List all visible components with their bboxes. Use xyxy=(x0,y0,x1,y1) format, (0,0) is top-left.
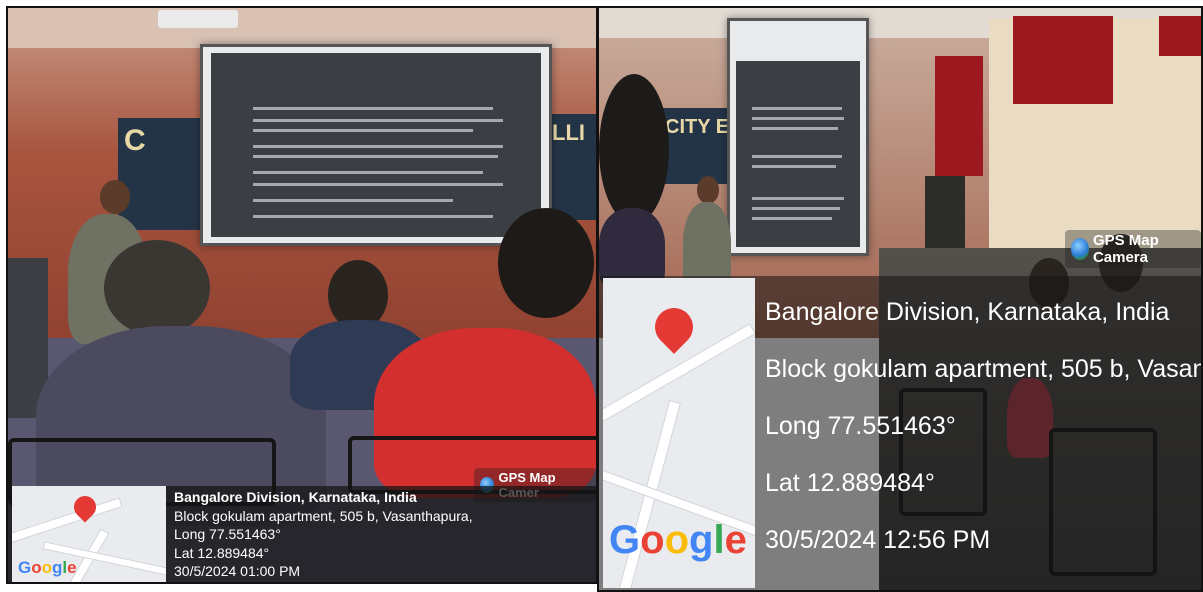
google-logo: Google xyxy=(609,518,747,562)
gps-map-camera-tag: GPS Map Camera xyxy=(1065,230,1201,268)
banner-text: C xyxy=(124,124,146,157)
audience-head xyxy=(104,240,210,336)
curtain xyxy=(935,56,983,176)
banner-text-2: LLI xyxy=(552,120,585,145)
college-banner-right: LLI xyxy=(548,114,596,220)
audience-head xyxy=(599,74,669,224)
location-title: Bangalore Division, Karnataka, India xyxy=(174,489,417,505)
latitude: Lat 12.889484° xyxy=(174,544,270,561)
curtain xyxy=(1013,16,1113,104)
projector-screen xyxy=(200,44,552,246)
globe-icon xyxy=(1071,238,1089,260)
address: Block gokulam apartment, 505 b, Vasantha… xyxy=(765,355,1201,383)
longitude: Long 77.551463° xyxy=(765,412,956,440)
map-thumbnail: Google xyxy=(603,278,755,588)
projector-device xyxy=(158,10,238,28)
presenter-head xyxy=(697,176,719,204)
timestamp: 30/5/2024 01:00 PM xyxy=(174,563,301,579)
longitude: Long 77.551463° xyxy=(174,526,281,542)
map-pin-icon xyxy=(647,300,701,354)
photo-right: CITY EN GPS Map Camera Google Bangalore xyxy=(597,6,1203,592)
google-logo: Google xyxy=(18,558,77,577)
audience-head xyxy=(498,208,594,318)
curtain xyxy=(1159,16,1201,56)
location-info: Bangalore Division, Karnataka, India Blo… xyxy=(765,284,1201,569)
photo-left: C LLI GPS Map Camer Google xyxy=(6,6,598,584)
latitude: Lat 12.889484° xyxy=(765,469,935,497)
map-thumbnail: Google xyxy=(12,486,166,582)
timestamp: 30/5/2024 12:56 PM xyxy=(765,526,991,554)
presenter-head xyxy=(100,180,130,214)
projector-screen xyxy=(727,18,869,256)
gps-label: GPS Map Camera xyxy=(1092,232,1159,266)
location-title: Bangalore Division, Karnataka, India xyxy=(765,298,1170,326)
address: Block gokulam apartment, 505 b, Vasantha… xyxy=(174,507,473,524)
location-info: Bangalore Division, Karnataka, India Blo… xyxy=(174,488,473,581)
ceiling xyxy=(8,8,596,48)
